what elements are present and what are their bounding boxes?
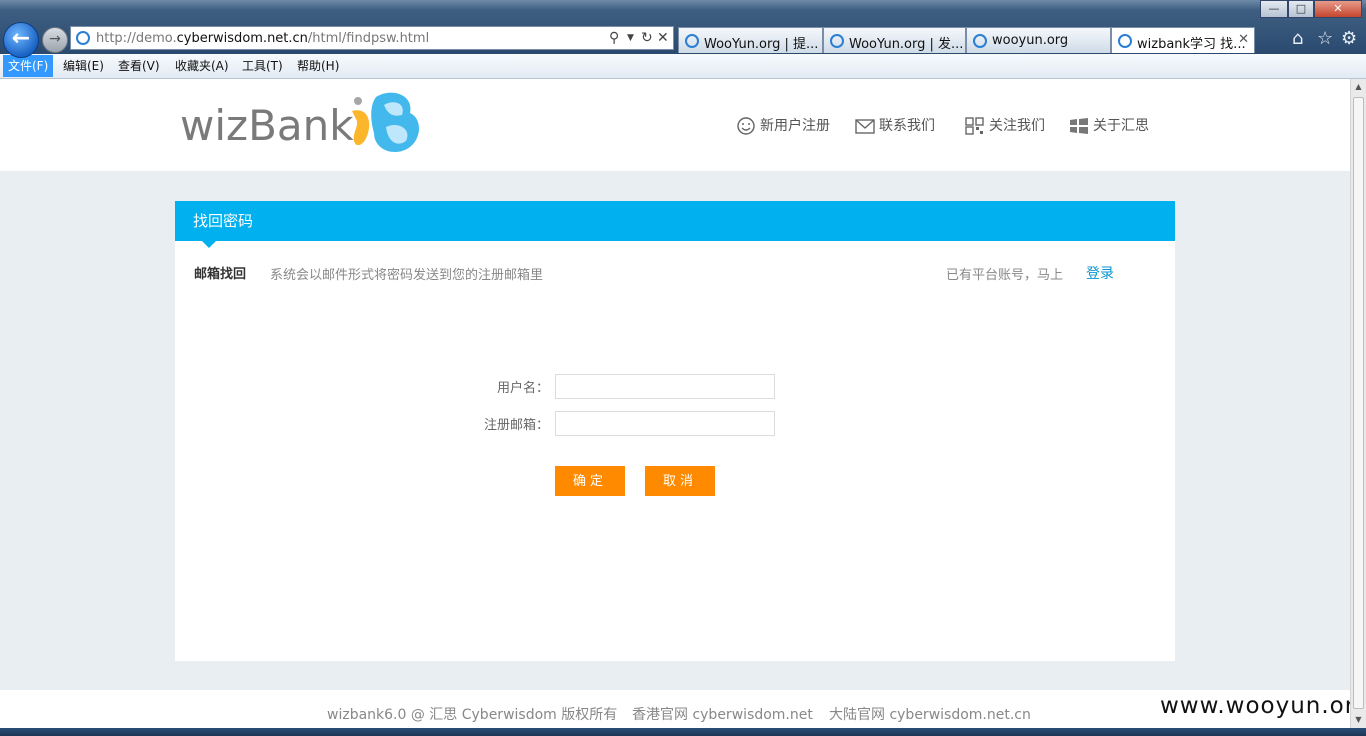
about-link[interactable]: 关于汇思 bbox=[1069, 117, 1149, 135]
wooyun-watermark: www.wooyun.org bbox=[1160, 693, 1366, 719]
cancel-button[interactable]: 取消 bbox=[645, 466, 715, 496]
close-tab-icon[interactable]: ✕ bbox=[1238, 32, 1249, 47]
login-link[interactable]: 登录 bbox=[1086, 263, 1114, 283]
email-recovery-description: 系统会以邮件形式将密码发送到您的注册邮箱里 bbox=[270, 268, 544, 283]
home-icon[interactable]: ⌂ bbox=[1292, 30, 1303, 48]
find-password-card: 找回密码 邮箱找回 系统会以邮件形式将密码发送到您的注册邮箱里 已有平台账号，马… bbox=[175, 201, 1175, 661]
menu-help[interactable]: 帮助(H) bbox=[292, 58, 344, 74]
tab-wizbank[interactable]: wizbank学习 找... ✕ bbox=[1111, 27, 1255, 53]
page-title: 找回密码 bbox=[193, 212, 254, 230]
minimize-button[interactable]: — bbox=[1260, 0, 1288, 18]
tab-label: WooYun.org | 提... bbox=[704, 37, 819, 52]
email-label: 注册邮箱： bbox=[483, 418, 549, 433]
back-button[interactable]: ← bbox=[3, 22, 39, 58]
tab-wooyun-3[interactable]: wooyun.org bbox=[966, 27, 1111, 53]
tab-label: WooYun.org | 发... bbox=[849, 37, 964, 52]
wizbank-logo-text[interactable]: wizBank bbox=[180, 101, 354, 151]
follow-link[interactable]: 关注我们 bbox=[965, 117, 1045, 135]
forward-button[interactable]: → bbox=[42, 27, 68, 53]
username-input[interactable] bbox=[555, 374, 775, 399]
register-link-label: 新用户注册 bbox=[760, 118, 830, 134]
register-link[interactable]: 新用户注册 bbox=[736, 117, 830, 135]
contact-link[interactable]: 联系我们 bbox=[855, 117, 935, 135]
smiley-icon bbox=[737, 117, 755, 135]
ie-page-icon bbox=[76, 31, 90, 45]
address-bar[interactable]: http://demo.cyberwisdom.net.cn/html/find… bbox=[70, 26, 674, 50]
back-arrow-icon: ← bbox=[11, 26, 31, 51]
tab-label: wizbank学习 找... bbox=[1137, 37, 1246, 52]
scrollbar-thumb[interactable] bbox=[1353, 97, 1364, 709]
menu-file[interactable]: 文件(F) bbox=[3, 55, 54, 77]
about-link-label: 关于汇思 bbox=[1093, 118, 1149, 134]
tab-wooyun-1[interactable]: WooYun.org | 提... bbox=[678, 27, 823, 53]
qr-code-icon bbox=[965, 117, 984, 135]
forward-arrow-icon: → bbox=[49, 31, 61, 47]
menu-tools[interactable]: 工具(T) bbox=[237, 58, 288, 74]
cn-site-link[interactable]: 大陆官网 cyberwisdom.net.cn bbox=[829, 704, 1031, 724]
mail-icon bbox=[855, 119, 875, 134]
windows-taskbar bbox=[0, 728, 1366, 736]
site-header: wizBank 新用户注册 联系我们 关注我们 关于汇思 bbox=[0, 79, 1350, 171]
ie-tab-icon bbox=[973, 34, 987, 48]
follow-link-label: 关注我们 bbox=[989, 118, 1045, 134]
card-header: 找回密码 bbox=[175, 201, 1175, 241]
menu-edit[interactable]: 编辑(E) bbox=[58, 58, 109, 74]
menu-view[interactable]: 查看(V) bbox=[113, 58, 165, 74]
dropdown-arrow-icon[interactable]: ▼ bbox=[627, 29, 634, 47]
favorites-star-icon[interactable]: ☆ bbox=[1317, 30, 1333, 48]
ie-tab-icon bbox=[685, 34, 699, 48]
email-input[interactable] bbox=[555, 411, 775, 436]
maximize-button[interactable]: □ bbox=[1288, 0, 1314, 18]
tab-wooyun-2[interactable]: WooYun.org | 发... bbox=[823, 27, 966, 53]
copyright-text: wizbank6.0 @ 汇思 Cyberwisdom 版权所有 bbox=[327, 707, 618, 723]
hk-site-link[interactable]: 香港官网 cyberwisdom.net bbox=[632, 704, 813, 724]
search-icon[interactable]: ⚲ bbox=[609, 29, 619, 47]
tab-label: wooyun.org bbox=[992, 33, 1069, 48]
site-footer: wizbank6.0 @ 汇思 Cyberwisdom 版权所有 香港官网 cy… bbox=[0, 690, 1350, 728]
confirm-button[interactable]: 确定 bbox=[555, 466, 625, 496]
menu-favorites[interactable]: 收藏夹(A) bbox=[170, 58, 234, 74]
settings-gear-icon[interactable]: ⚙ bbox=[1341, 30, 1357, 48]
butterfly-logo-icon bbox=[352, 92, 420, 153]
stop-icon[interactable]: ✕ bbox=[657, 29, 669, 47]
contact-link-label: 联系我们 bbox=[879, 118, 935, 134]
scroll-down-icon[interactable]: ▼ bbox=[1351, 712, 1366, 728]
ie-tab-icon bbox=[1118, 34, 1132, 48]
ie-tab-icon bbox=[830, 34, 844, 48]
username-label: 用户名： bbox=[496, 381, 549, 396]
has-account-text: 已有平台账号，马上 bbox=[946, 268, 1064, 283]
scroll-up-icon[interactable]: ▲ bbox=[1351, 79, 1366, 95]
address-url[interactable]: http://demo.cyberwisdom.net.cn/html/find… bbox=[96, 31, 429, 46]
email-recovery-label: 邮箱找回 bbox=[194, 267, 247, 282]
menu-bar: 文件(F) 编辑(E) 查看(V) 收藏夹(A) 工具(T) 帮助(H) bbox=[0, 54, 1366, 79]
close-window-button[interactable]: ✕ bbox=[1314, 0, 1362, 18]
vertical-scrollbar[interactable]: ▲ ▼ bbox=[1350, 79, 1366, 728]
title-notch-icon bbox=[202, 241, 216, 248]
windows-icon bbox=[1070, 118, 1088, 134]
refresh-icon[interactable]: ↻ bbox=[641, 29, 653, 47]
